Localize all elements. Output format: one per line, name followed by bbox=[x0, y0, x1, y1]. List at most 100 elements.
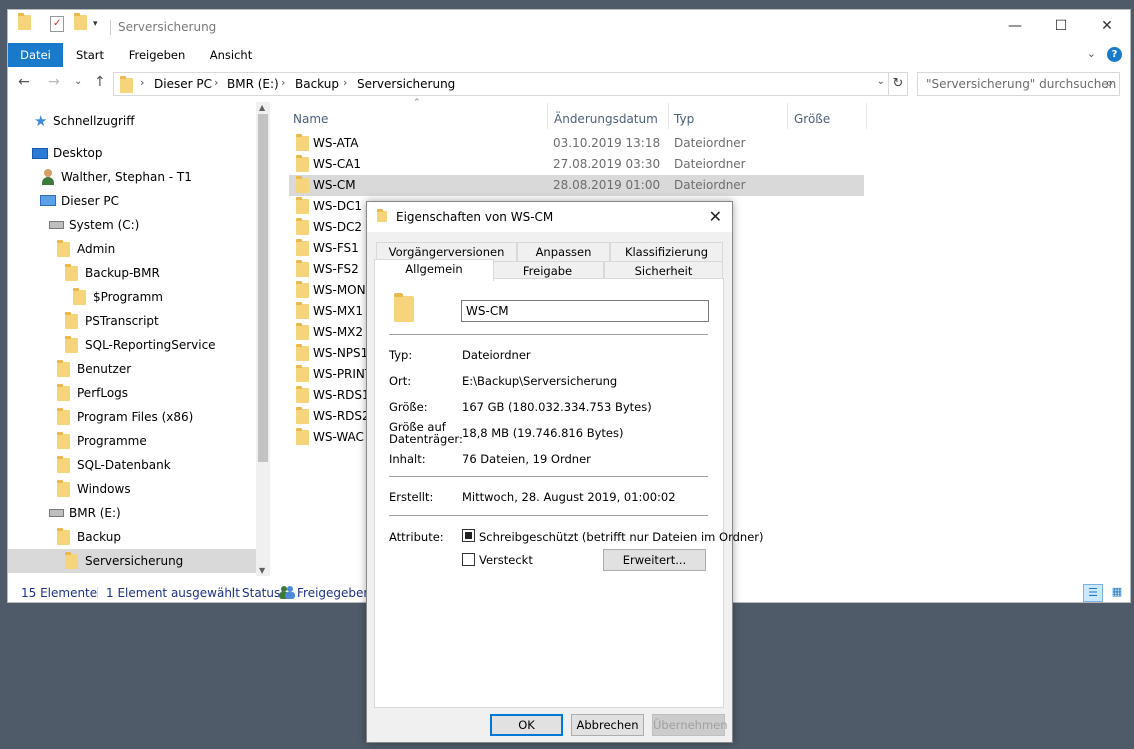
drive-icon bbox=[49, 221, 64, 229]
folder-icon bbox=[296, 239, 309, 256]
hidden-label[interactable]: Versteckt bbox=[479, 553, 533, 567]
column-separator[interactable] bbox=[547, 103, 548, 129]
folder-icon bbox=[377, 209, 387, 222]
apply-button[interactable]: Übernehmen bbox=[652, 714, 728, 736]
row-name: WS-DC1 bbox=[313, 199, 363, 213]
tree-item-bmr-e[interactable]: BMR (E:) bbox=[8, 501, 256, 525]
tree-item-user[interactable]: Walther, Stephan - T1 bbox=[8, 165, 256, 189]
folder-icon bbox=[65, 552, 78, 569]
back-button[interactable]: ← bbox=[18, 74, 30, 90]
column-separator[interactable] bbox=[668, 103, 669, 129]
properties-dialog: Eigenschaften von WS-CM ✕ Vorgängerversi… bbox=[366, 201, 764, 743]
dialog-title-bar: Eigenschaften von WS-CM ✕ bbox=[367, 202, 732, 232]
tree-label: Walther, Stephan - T1 bbox=[61, 170, 192, 184]
address-dropdown-icon[interactable]: ⌄ bbox=[877, 76, 885, 87]
breadcrumb-separator[interactable]: › bbox=[214, 76, 218, 89]
location-value: E:\Backup\Serversicherung bbox=[462, 374, 618, 388]
row-type: Dateiordner bbox=[674, 136, 746, 150]
ribbon-expand-icon[interactable]: ⌄ bbox=[1087, 47, 1096, 60]
new-folder-quick-icon[interactable] bbox=[74, 13, 87, 30]
ok-button[interactable]: OK bbox=[490, 714, 563, 736]
help-icon[interactable]: ? bbox=[1107, 47, 1122, 62]
folder-icon bbox=[296, 218, 309, 235]
close-button[interactable]: ✕ bbox=[1084, 10, 1130, 43]
tab-anpassen[interactable]: Anpassen bbox=[517, 242, 610, 262]
search-input[interactable]: "Serversicherung" durchsuchen bbox=[926, 77, 1116, 91]
maximize-button[interactable]: ☐ bbox=[1038, 10, 1084, 43]
breadcrumb-serversicherung[interactable]: Serversicherung bbox=[357, 77, 455, 91]
tab-allgemein[interactable]: Allgemein bbox=[374, 259, 494, 281]
tree-item-admin[interactable]: Admin bbox=[8, 237, 256, 261]
folder-icon bbox=[57, 456, 70, 473]
tree-item-quick-access[interactable]: ★ Schnellzugriff bbox=[8, 109, 256, 133]
type-label: Typ: bbox=[389, 348, 413, 362]
table-row[interactable]: WS-CM 28.08.2019 01:00 Dateiordner bbox=[289, 175, 864, 196]
breadcrumb-backup[interactable]: Backup bbox=[295, 77, 339, 91]
nav-pane-scrollbar[interactable]: ▲ ▼ bbox=[256, 102, 270, 576]
breadcrumb-bmr[interactable]: BMR (E:) bbox=[227, 77, 279, 91]
minimize-button[interactable]: — bbox=[992, 10, 1038, 43]
quick-access-dropdown-icon[interactable]: ▾ bbox=[93, 19, 98, 29]
folder-name-input[interactable]: WS-CM bbox=[461, 300, 709, 322]
forward-button[interactable]: → bbox=[48, 74, 60, 90]
advanced-button[interactable]: Erweitert... bbox=[603, 549, 706, 571]
large-icons-view-button[interactable]: ▦ bbox=[1107, 584, 1127, 602]
refresh-button[interactable]: ↻ bbox=[889, 72, 908, 96]
tree-item-sql-reportingservice[interactable]: SQL-ReportingService bbox=[8, 333, 256, 357]
readonly-label[interactable]: Schreibgeschützt (betrifft nur Dateien i… bbox=[479, 530, 764, 544]
column-separator[interactable] bbox=[866, 103, 867, 129]
tab-start[interactable]: Start bbox=[72, 43, 108, 67]
breadcrumb-separator[interactable]: › bbox=[281, 76, 285, 89]
tree-item-sql-datenbank[interactable]: SQL-Datenbank bbox=[8, 453, 256, 477]
tab-datei[interactable]: Datei bbox=[8, 43, 63, 67]
tree-item-programm[interactable]: $Programm bbox=[8, 285, 256, 309]
table-row[interactable]: WS-ATA 03.10.2019 13:18 Dateiordner bbox=[289, 133, 864, 154]
tree-label: PerfLogs bbox=[77, 386, 129, 400]
scroll-thumb[interactable] bbox=[258, 114, 268, 462]
tree-item-system-c[interactable]: System (C:) bbox=[8, 213, 256, 237]
tab-ansicht[interactable]: Ansicht bbox=[208, 43, 254, 67]
scroll-down-icon[interactable]: ▼ bbox=[259, 566, 265, 575]
tree-item-benutzer[interactable]: Benutzer bbox=[8, 357, 256, 381]
tree-item-backup-bmr[interactable]: Backup-BMR bbox=[8, 261, 256, 285]
folder-icon bbox=[394, 293, 414, 322]
column-header-name[interactable]: Name bbox=[293, 108, 328, 130]
tree-item-backup[interactable]: Backup bbox=[8, 525, 256, 549]
tree-label: BMR (E:) bbox=[69, 506, 121, 520]
tree-item-serversicherung[interactable]: Serversicherung bbox=[8, 549, 256, 573]
breadcrumb-dieser-pc[interactable]: Dieser PC bbox=[154, 77, 212, 91]
tab-freigeben[interactable]: Freigeben bbox=[126, 43, 188, 67]
table-row[interactable]: WS-CA1 27.08.2019 03:30 Dateiordner bbox=[289, 154, 864, 175]
column-header-date[interactable]: Änderungsdatum bbox=[554, 108, 658, 130]
tree-item-pstranscript[interactable]: PSTranscript bbox=[8, 309, 256, 333]
row-name: WS-MX1 bbox=[313, 304, 364, 318]
tree-item-desktop[interactable]: Desktop bbox=[8, 141, 256, 165]
tree-item-this-pc[interactable]: Dieser PC bbox=[8, 189, 256, 213]
breadcrumb-separator[interactable]: › bbox=[343, 76, 347, 89]
search-box[interactable]: "Serversicherung" durchsuchen ⌕ bbox=[917, 72, 1120, 96]
breadcrumb-separator[interactable]: › bbox=[140, 76, 144, 89]
dialog-close-button[interactable]: ✕ bbox=[709, 207, 722, 226]
column-separator[interactable] bbox=[787, 103, 788, 129]
row-name: WS-MON bbox=[313, 283, 366, 297]
address-bar[interactable]: › Dieser PC › BMR (E:) › Backup › Server… bbox=[113, 72, 889, 96]
column-header-type[interactable]: Typ bbox=[674, 108, 694, 130]
folder-icon bbox=[296, 428, 309, 445]
tree-item-program-files-x86[interactable]: Program Files (x86) bbox=[8, 405, 256, 429]
up-button[interactable]: ↑ bbox=[94, 74, 106, 90]
drive-icon bbox=[49, 509, 64, 517]
readonly-checkbox[interactable] bbox=[462, 529, 475, 542]
hidden-checkbox[interactable] bbox=[462, 553, 475, 566]
column-header-size[interactable]: Größe bbox=[794, 108, 830, 130]
tree-item-windows[interactable]: Windows bbox=[8, 477, 256, 501]
tree-item-programme[interactable]: Programme bbox=[8, 429, 256, 453]
title-bar: ✓ ▾ Serversicherung — ☐ ✕ bbox=[8, 10, 1130, 43]
properties-quick-icon[interactable]: ✓ bbox=[50, 16, 64, 32]
cancel-button[interactable]: Abbrechen bbox=[571, 714, 644, 736]
details-view-button[interactable]: ☰ bbox=[1083, 584, 1103, 602]
tree-item-perflogs[interactable]: PerfLogs bbox=[8, 381, 256, 405]
recent-locations-dropdown[interactable]: ⌄ bbox=[74, 76, 82, 87]
tab-klassifizierung[interactable]: Klassifizierung bbox=[610, 242, 723, 262]
scroll-up-icon[interactable]: ▲ bbox=[259, 103, 265, 112]
tree-label: Backup-BMR bbox=[85, 266, 160, 280]
